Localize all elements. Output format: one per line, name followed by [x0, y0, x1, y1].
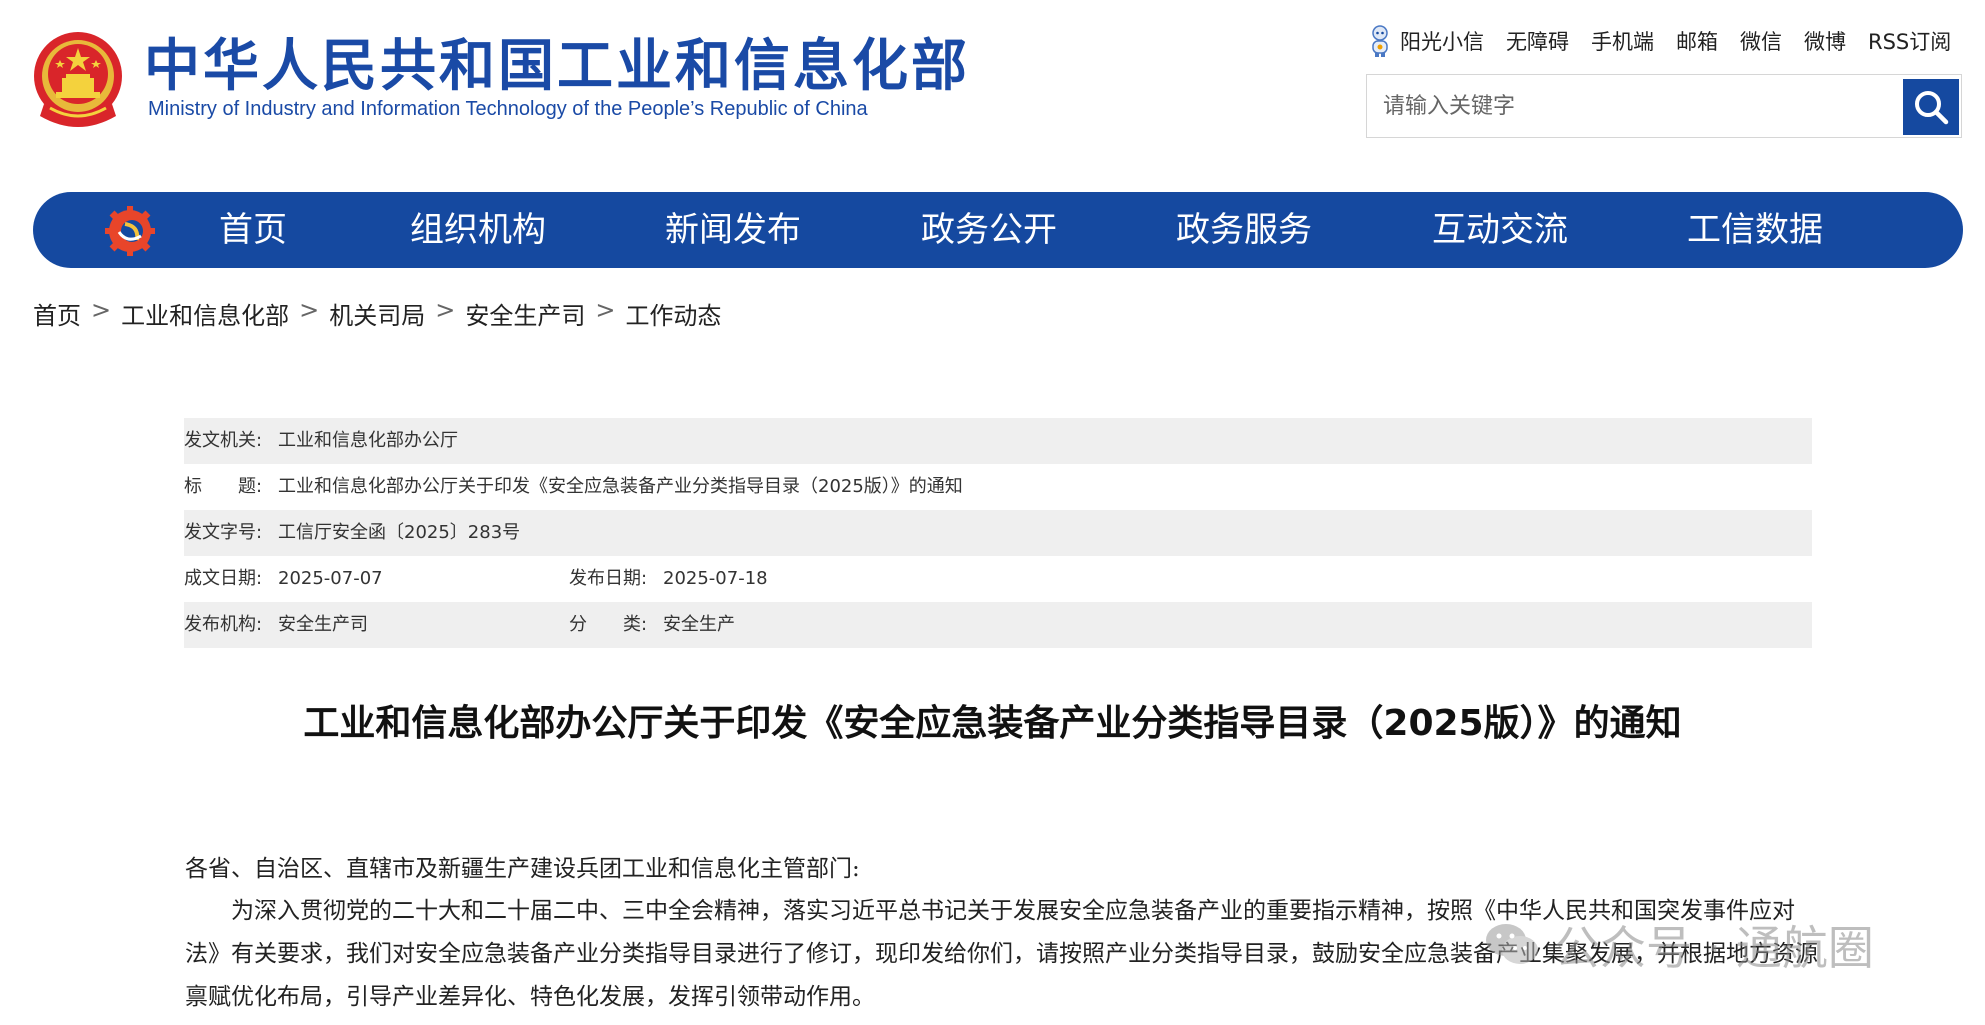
- site-header: 中华人民共和国工业和信息化部 Ministry of Industry and …: [0, 0, 1985, 180]
- site-title[interactable]: 中华人民共和国工业和信息化部: [144, 32, 970, 102]
- top-link-mailbox[interactable]: 邮箱: [1676, 26, 1718, 56]
- written-date-label: 成文日期:: [184, 568, 263, 589]
- search-button[interactable]: [1903, 79, 1959, 135]
- watermark: 公众号 · 通航圈: [1484, 912, 1874, 978]
- published-date-label: 发布日期:: [569, 568, 648, 589]
- breadcrumb-separator: >: [91, 296, 112, 324]
- top-link-accessibility[interactable]: 无障碍: [1506, 26, 1569, 56]
- search-input[interactable]: [1367, 75, 1897, 137]
- breadcrumb-separator: >: [435, 296, 456, 324]
- top-link-sunshine[interactable]: 阳光小信: [1366, 24, 1484, 58]
- breadcrumb-departments[interactable]: 机关司局: [329, 296, 425, 331]
- top-links: 阳光小信 无障碍 手机端 邮箱 微信 微博 RSS订阅: [1366, 24, 1951, 58]
- top-link-mobile[interactable]: 手机端: [1591, 26, 1654, 56]
- published-date-value: 2025-07-18: [663, 568, 768, 589]
- gear-logo-icon[interactable]: [105, 206, 155, 256]
- search-icon: [1915, 91, 1949, 125]
- top-link-label: 阳光小信: [1400, 30, 1484, 54]
- breadcrumb-safety-dept[interactable]: 安全生产司: [465, 296, 585, 331]
- nav-item-organization[interactable]: 组织机构: [410, 192, 546, 268]
- nav-item-gov-services[interactable]: 政务服务: [1176, 192, 1312, 268]
- doc-no-value: 工信厅安全函〔2025〕283号: [278, 522, 521, 543]
- written-date-value: 2025-07-07: [278, 568, 383, 589]
- article-salutation: 各省、自治区、直辖市及新疆生产建设兵团工业和信息化主管部门:: [185, 856, 860, 882]
- meta-row-org: 发布机构: 安全生产司 分 类: 安全生产: [184, 602, 1812, 648]
- nav-item-data[interactable]: 工信数据: [1687, 192, 1823, 268]
- nav-item-interaction[interactable]: 互动交流: [1432, 192, 1568, 268]
- document-meta: 发文机关: 工业和信息化部办公厅 标 题: 工业和信息化部办公厅关于印发《安全应…: [184, 418, 1812, 648]
- breadcrumb-home[interactable]: 首页: [33, 296, 81, 331]
- breadcrumb-ministry[interactable]: 工业和信息化部: [121, 296, 289, 331]
- nav-item-news[interactable]: 新闻发布: [665, 192, 801, 268]
- top-link-wechat[interactable]: 微信: [1740, 26, 1782, 56]
- issuer-value: 工业和信息化部办公厅: [278, 430, 458, 451]
- category-value: 安全生产: [663, 614, 735, 635]
- meta-row-dates: 成文日期: 2025-07-07 发布日期: 2025-07-18: [184, 556, 1812, 602]
- site-subtitle: Ministry of Industry and Information Tec…: [148, 98, 868, 120]
- meta-row-doc-no: 发文字号: 工信厅安全函〔2025〕283号: [184, 510, 1812, 556]
- top-link-rss[interactable]: RSS订阅: [1868, 26, 1951, 56]
- breadcrumb: 首页 > 工业和信息化部 > 机关司局 > 安全生产司 > 工作动态: [33, 296, 721, 331]
- breadcrumb-separator: >: [299, 296, 320, 324]
- nav-item-home[interactable]: 首页: [219, 192, 287, 268]
- meta-row-title: 标 题: 工业和信息化部办公厅关于印发《安全应急装备产业分类指导目录（2025版…: [184, 464, 1812, 510]
- national-emblem-icon[interactable]: [32, 30, 124, 132]
- wechat-icon: [1486, 924, 1538, 964]
- top-link-weibo[interactable]: 微博: [1804, 26, 1846, 56]
- mascot-icon: [1372, 25, 1388, 57]
- breadcrumb-separator: >: [595, 296, 616, 324]
- watermark-text: 公众号 · 通航圈: [1554, 921, 1874, 975]
- title-value: 工业和信息化部办公厅关于印发《安全应急装备产业分类指导目录（2025版）》的通知: [278, 476, 963, 497]
- search-box: [1366, 74, 1962, 138]
- doc-no-label: 发文字号:: [184, 522, 263, 543]
- article-title: 工业和信息化部办公厅关于印发《安全应急装备产业分类指导目录（2025版）》的通知: [303, 703, 1682, 744]
- nav-item-gov-affairs[interactable]: 政务公开: [921, 192, 1057, 268]
- meta-row-issuer: 发文机关: 工业和信息化部办公厅: [184, 418, 1812, 464]
- category-label: 分 类:: [569, 614, 648, 635]
- main-nav: 首页 组织机构 新闻发布 政务公开 政务服务 互动交流 工信数据: [33, 192, 1963, 268]
- issuer-label: 发文机关:: [184, 430, 263, 451]
- org-value: 安全生产司: [278, 614, 368, 635]
- title-label: 标 题:: [184, 476, 263, 497]
- breadcrumb-work-news[interactable]: 工作动态: [625, 296, 721, 331]
- org-label: 发布机构:: [184, 614, 263, 635]
